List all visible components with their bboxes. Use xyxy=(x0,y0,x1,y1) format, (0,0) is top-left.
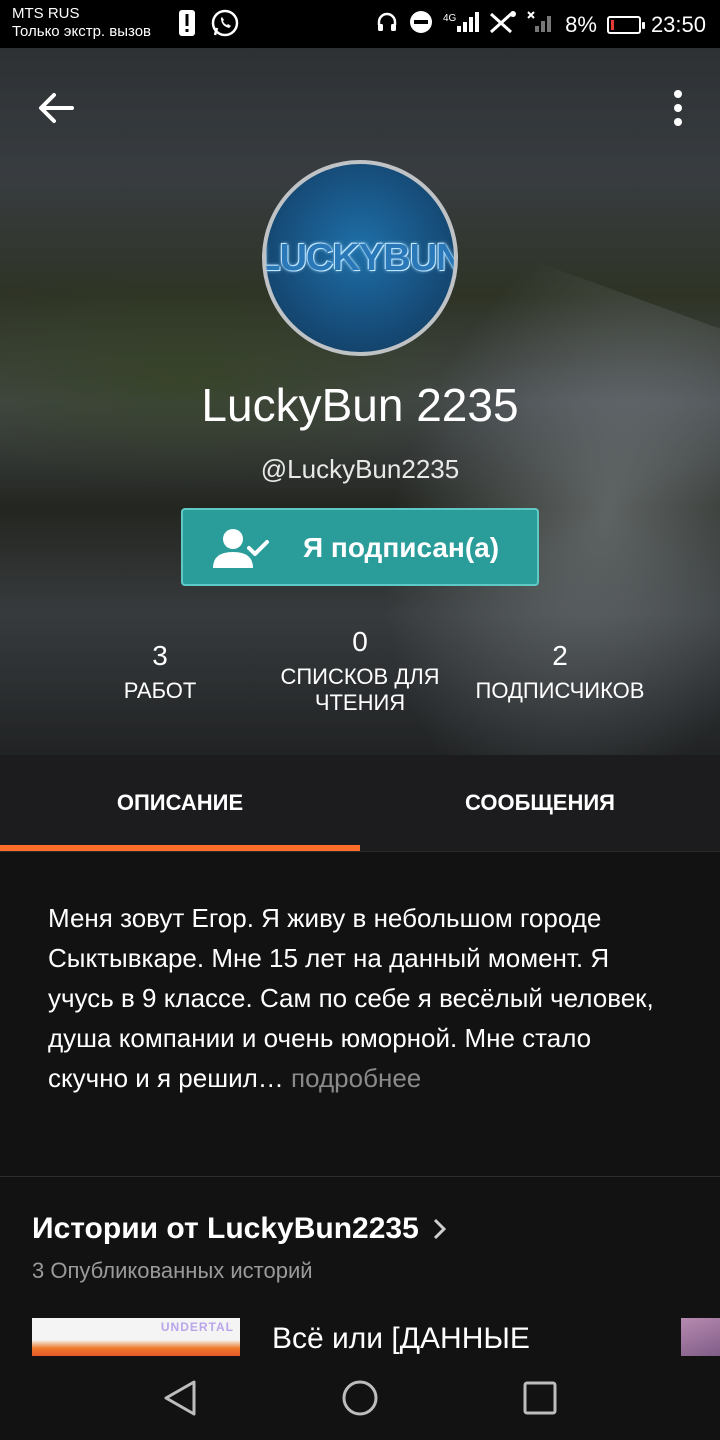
avatar-text: LUCKYBUN xyxy=(262,236,458,279)
stories-count: 3 Опубликованных историй xyxy=(32,1258,313,1283)
story-title[interactable]: Всё или [ДАННЫЕ xyxy=(272,1322,530,1356)
works-label: РАБОТ xyxy=(123,678,197,703)
whatsapp-icon xyxy=(210,8,240,43)
following-button[interactable]: Я подписан(а) xyxy=(181,508,539,586)
profile-header: LUCKYBUN LuckyBun 2235 @LuckyBun2235 Я п… xyxy=(0,48,720,755)
navigation-bar xyxy=(0,1356,720,1440)
triangle-back-icon xyxy=(164,1380,196,1416)
stories-title: Истории от LuckyBun2235 xyxy=(32,1212,419,1245)
followers-count: 2 xyxy=(552,640,568,671)
followers-label: ПОДПИСЧИКОВ xyxy=(475,678,645,703)
sim2-signal-icon xyxy=(527,10,555,40)
works-count: 3 xyxy=(152,640,168,671)
notification-icons xyxy=(178,8,240,43)
user-check-icon xyxy=(211,528,275,573)
profile-tabs: ОПИСАНИЕ СООБЩЕНИЯ xyxy=(0,755,720,852)
stat-works[interactable]: 3 РАБОТ xyxy=(80,640,240,704)
display-name: LuckyBun 2235 xyxy=(201,379,519,431)
profile-stats: 3 РАБОТ 0 СПИСКОВ ДЛЯ ЧТЕНИЯ 2 ПОДПИСЧИК… xyxy=(0,620,720,730)
story-cover[interactable]: UNDERTAL xyxy=(32,1318,240,1358)
read-more-link[interactable]: подробнее xyxy=(284,1063,421,1093)
battery-icon xyxy=(606,16,645,34)
svg-text:4G: 4G xyxy=(443,13,457,24)
stories-section-header[interactable]: Истории от LuckyBun2235 xyxy=(32,1212,447,1246)
carrier-name: MTS RUS xyxy=(12,5,80,22)
chevron-right-icon xyxy=(433,1218,446,1240)
status-bar: MTS RUS Только экстр. вызов 4G 8% 23:50 xyxy=(0,0,720,48)
emergency-calls-only: Только экстр. вызов xyxy=(12,23,152,40)
reading-lists-count: 0 xyxy=(352,626,368,657)
do-not-disturb-icon xyxy=(409,10,433,40)
tab-description[interactable]: ОПИСАНИЕ xyxy=(0,755,360,851)
following-label: Я подписан(а) xyxy=(303,532,500,563)
reading-lists-label-line2: ЧТЕНИЯ xyxy=(314,690,406,715)
back-button[interactable] xyxy=(34,86,78,130)
active-tab-indicator xyxy=(0,845,360,851)
stat-reading-lists[interactable]: 0 СПИСКОВ ДЛЯ ЧТЕНИЯ xyxy=(260,626,460,716)
clock: 23:50 xyxy=(650,12,706,37)
avatar: LUCKYBUN xyxy=(262,160,458,356)
reading-lists-label-line1: СПИСКОВ ДЛЯ xyxy=(280,664,440,689)
no-signal-icon xyxy=(489,10,517,40)
carrier-info: MTS RUS Только экстр. вызов xyxy=(12,5,151,41)
arrow-left-icon xyxy=(39,93,74,123)
profile-description: Меня зовут Егор. Я живу в небольшом горо… xyxy=(48,898,678,1098)
headphones-icon xyxy=(375,10,399,40)
battery-percent: 8% xyxy=(565,12,597,37)
sim-alert-icon xyxy=(178,9,196,42)
nav-back-button[interactable] xyxy=(160,1378,200,1418)
system-status-icons: 4G 8% 23:50 xyxy=(375,10,706,40)
username: @LuckyBun2235 xyxy=(260,454,460,484)
story-cover-text: UNDERTAL xyxy=(160,1320,234,1334)
more-options-button[interactable] xyxy=(668,86,688,130)
nav-home-button[interactable] xyxy=(340,1378,380,1418)
stat-followers[interactable]: 2 ПОДПИСЧИКОВ xyxy=(460,640,660,704)
divider xyxy=(0,1176,720,1177)
nav-recents-button[interactable] xyxy=(520,1378,560,1418)
next-story-cover[interactable] xyxy=(681,1318,720,1358)
circle-home-icon xyxy=(342,1380,378,1416)
tab-messages[interactable]: СООБЩЕНИЯ xyxy=(360,755,720,851)
signal-4g-icon: 4G xyxy=(443,10,480,40)
square-recents-icon xyxy=(523,1381,557,1415)
